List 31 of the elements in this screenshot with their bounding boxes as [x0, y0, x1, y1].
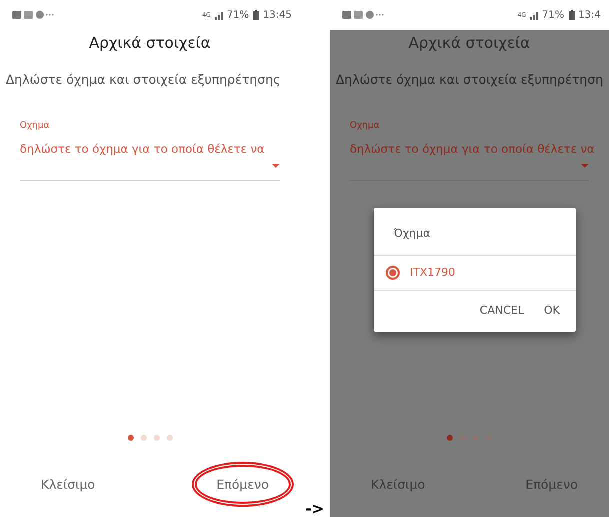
dialog-title: Όχημα — [393, 226, 432, 242]
dialog-button[interactable]: OK — [536, 297, 568, 326]
field-label: Οχημα — [350, 120, 380, 134]
text-button[interactable]: Επόμενο — [500, 462, 603, 506]
screen-subtitle: Δηλώστε όχημα και στοιχεία εξυπηρέτηση — [336, 70, 604, 89]
status-time: 13:4 — [578, 8, 601, 22]
notification-icons — [12, 10, 55, 20]
signal-icon — [530, 10, 538, 20]
battery-icon — [253, 10, 260, 20]
dropdown-caret-icon — [581, 164, 589, 168]
text-button[interactable]: Κλείσιμο — [16, 462, 120, 506]
screen-title: Αρχικά στοιχεία — [88, 33, 212, 54]
radio-option[interactable]: ITX1790 — [374, 254, 576, 291]
circled-text-button[interactable]: Επόμενο — [192, 462, 294, 506]
transition-arrow: -> — [306, 502, 324, 517]
status-time: 13:45 — [263, 8, 292, 22]
field-value: δηλώστε το όχημα για το οποία θέλετε να — [350, 141, 595, 158]
vehicle-dropdown[interactable]: Οχημα δηλώστε το όχημα για το οποία θέλετε να — [20, 111, 280, 182]
notification-icons — [342, 10, 385, 20]
battery-percent: 71% — [226, 8, 250, 22]
option-label: ITX1790 — [410, 264, 456, 280]
screen-subtitle: Δηλώστε όχημα και στοιχεία εξυπηρέτησης — [6, 70, 282, 89]
field-value: δηλώστε το όχημα για το οποία θέλετε να — [20, 141, 265, 158]
signal-icon — [214, 10, 223, 20]
dialog-button[interactable]: CANCEL — [472, 297, 532, 326]
battery-percent: 71% — [542, 8, 565, 22]
battery-icon — [568, 10, 575, 20]
screen-title: Αρχικά στοιχεία — [408, 33, 532, 54]
text-button[interactable]: Κλείσιμο — [346, 462, 450, 506]
dropdown-caret-icon — [272, 164, 280, 168]
field-label: Οχημα — [20, 120, 50, 134]
